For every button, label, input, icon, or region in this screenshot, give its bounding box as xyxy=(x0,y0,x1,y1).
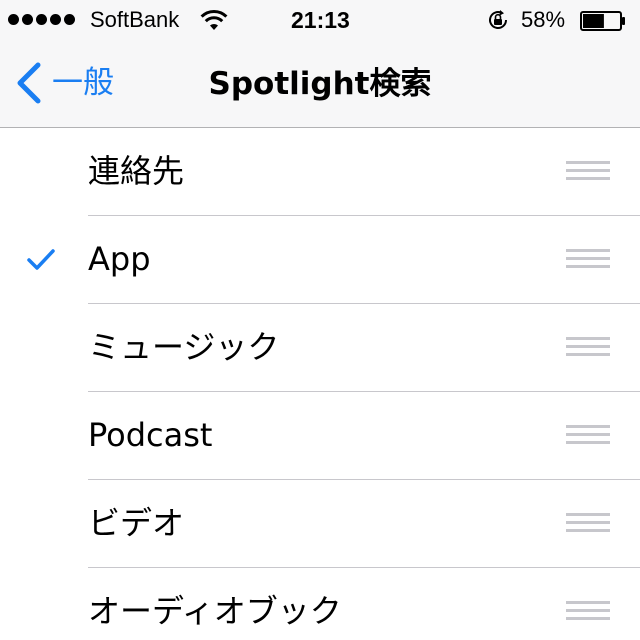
clock-time: 21:13 xyxy=(291,7,350,33)
list-item-label: App xyxy=(88,240,151,278)
list-item-label: ビデオ xyxy=(88,504,185,542)
status-bar: SoftBank 21:13 58% xyxy=(0,0,640,40)
back-button[interactable]: 一般 xyxy=(14,60,114,106)
reorder-handle-icon[interactable] xyxy=(566,249,610,271)
list-item-contacts[interactable]: 連絡先 xyxy=(0,128,640,216)
spotlight-settings-screen: SoftBank 21:13 58% 一般 Spotlight検索 連絡先 Ap… xyxy=(0,0,640,640)
navigation-bar: 一般 Spotlight検索 xyxy=(0,40,640,128)
list-item-label: オーディオブック xyxy=(88,592,342,630)
reorder-handle-icon[interactable] xyxy=(566,161,610,183)
list-item-audiobook[interactable]: オーディオブック xyxy=(0,568,640,640)
list-item-app[interactable]: App xyxy=(0,216,640,304)
signal-dots-icon xyxy=(8,14,75,25)
list-item-label: 連絡先 xyxy=(88,152,185,190)
reorder-handle-icon[interactable] xyxy=(566,513,610,535)
list-item-podcast[interactable]: Podcast xyxy=(0,392,640,480)
wifi-icon xyxy=(200,9,228,30)
list-item-label: Podcast xyxy=(88,416,213,454)
page-title: Spotlight検索 xyxy=(208,66,432,102)
list-item-label: ミュージック xyxy=(88,328,280,366)
list-item-video[interactable]: ビデオ xyxy=(0,480,640,568)
reorder-handle-icon[interactable] xyxy=(566,337,610,359)
back-button-label: 一般 xyxy=(52,65,114,101)
list-item-music[interactable]: ミュージック xyxy=(0,304,640,392)
carrier-name: SoftBank xyxy=(90,7,180,32)
top-bar: SoftBank 21:13 58% 一般 Spotlight検索 xyxy=(0,0,640,128)
reorder-handle-icon[interactable] xyxy=(566,425,610,447)
search-results-list: 連絡先 App ミュージック Podcast ビデオ オーディオブック xyxy=(0,128,640,640)
chevron-left-icon xyxy=(17,62,41,104)
battery-percentage: 58% xyxy=(521,7,566,32)
battery-icon xyxy=(580,11,625,31)
checkmark-icon xyxy=(27,249,55,270)
reorder-handle-icon[interactable] xyxy=(566,601,610,623)
rotation-lock-icon xyxy=(489,10,508,29)
